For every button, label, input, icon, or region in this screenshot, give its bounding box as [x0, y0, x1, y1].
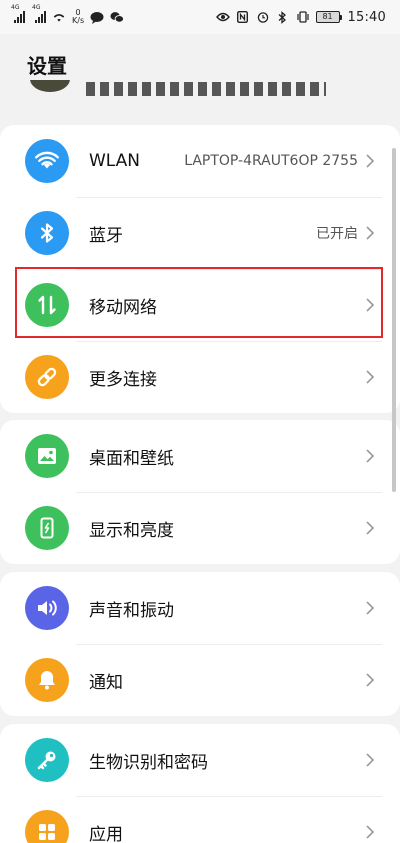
mobile-data-icon — [25, 283, 69, 327]
bluetooth-status: 已开启 — [316, 226, 358, 242]
chevron-right-icon — [365, 225, 375, 241]
settings-item-sound-vibration[interactable]: 声音和振动 — [0, 572, 400, 644]
chat-bubble-icon — [90, 10, 104, 24]
settings-item-label: 更多连接 — [89, 369, 157, 390]
network-type-label: 4G — [32, 4, 41, 11]
wlan-network-name: LAPTOP-4RAUT6OP 2755 — [184, 153, 358, 169]
signal-strength-icon: 4G — [11, 5, 25, 23]
chevron-right-icon — [365, 520, 375, 536]
network-speed-unit: K/s — [72, 16, 85, 25]
key-icon — [25, 738, 69, 782]
bluetooth-icon — [25, 211, 69, 255]
network-type-label: 4G — [11, 4, 20, 11]
settings-group-sound-notify: 声音和振动 通知 — [0, 572, 400, 716]
settings-item-bluetooth[interactable]: 蓝牙 已开启 — [0, 197, 400, 269]
nfc-icon — [236, 10, 250, 24]
settings-item-label: 通知 — [89, 672, 123, 693]
wifi-status-icon — [52, 10, 66, 24]
chevron-right-icon — [365, 297, 375, 313]
settings-item-mobile-network[interactable]: 移动网络 — [0, 269, 400, 341]
page-title: 设置 — [27, 54, 67, 78]
settings-item-wlan[interactable]: WLAN LAPTOP-4RAUT6OP 2755 — [0, 125, 400, 197]
link-icon — [25, 355, 69, 399]
apps-icon — [25, 810, 69, 843]
chevron-right-icon — [365, 153, 375, 169]
status-bar: 4G 4G 0 K/s 81 15:40 — [0, 0, 400, 34]
settings-item-label: WLAN — [89, 151, 141, 171]
display-icon — [25, 506, 69, 550]
settings-item-label: 声音和振动 — [89, 600, 174, 621]
wifi-icon — [25, 139, 69, 183]
account-row-partial[interactable] — [0, 80, 400, 106]
alarm-icon — [256, 10, 270, 24]
battery-level: 81 — [315, 11, 340, 23]
wechat-icon — [110, 10, 125, 24]
settings-group-display: 桌面和壁纸 显示和亮度 — [0, 420, 400, 564]
wallpaper-icon — [25, 434, 69, 478]
sound-icon — [25, 586, 69, 630]
battery-icon: 81 — [315, 11, 342, 23]
chevron-right-icon — [365, 369, 375, 385]
settings-item-label: 蓝牙 — [89, 225, 123, 246]
signal-strength-icon: 4G — [32, 5, 46, 23]
chevron-right-icon — [365, 672, 375, 688]
settings-item-notifications[interactable]: 通知 — [0, 644, 400, 716]
settings-item-home-wallpaper[interactable]: 桌面和壁纸 — [0, 420, 400, 492]
settings-item-label: 桌面和壁纸 — [89, 448, 174, 469]
bluetooth-status-icon — [276, 10, 290, 24]
page-header: 设置 — [0, 34, 400, 118]
scrollbar[interactable] — [392, 148, 396, 492]
chevron-right-icon — [365, 600, 375, 616]
eye-comfort-icon — [215, 10, 230, 24]
settings-item-biometrics-password[interactable]: 生物识别和密码 — [0, 724, 400, 796]
settings-item-label: 生物识别和密码 — [89, 752, 208, 773]
settings-group-connectivity: WLAN LAPTOP-4RAUT6OP 2755 蓝牙 已开启 移动网络 更多… — [0, 125, 400, 413]
settings-item-more-connections[interactable]: 更多连接 — [0, 341, 400, 413]
settings-item-label: 移动网络 — [89, 297, 157, 318]
settings-item-apps[interactable]: 应用 — [0, 796, 400, 843]
chevron-right-icon — [365, 824, 375, 840]
settings-item-display-brightness[interactable]: 显示和亮度 — [0, 492, 400, 564]
settings-item-label: 显示和亮度 — [89, 520, 174, 541]
chevron-right-icon — [365, 752, 375, 768]
vibrate-icon — [296, 10, 310, 24]
avatar — [30, 80, 70, 92]
account-text-partial — [86, 82, 326, 96]
chevron-right-icon — [365, 448, 375, 464]
settings-item-label: 应用 — [89, 824, 123, 843]
settings-group-security-apps: 生物识别和密码 应用 — [0, 724, 400, 843]
bell-icon — [25, 658, 69, 702]
clock: 15:40 — [347, 9, 386, 25]
network-speed: 0 K/s — [72, 9, 84, 25]
